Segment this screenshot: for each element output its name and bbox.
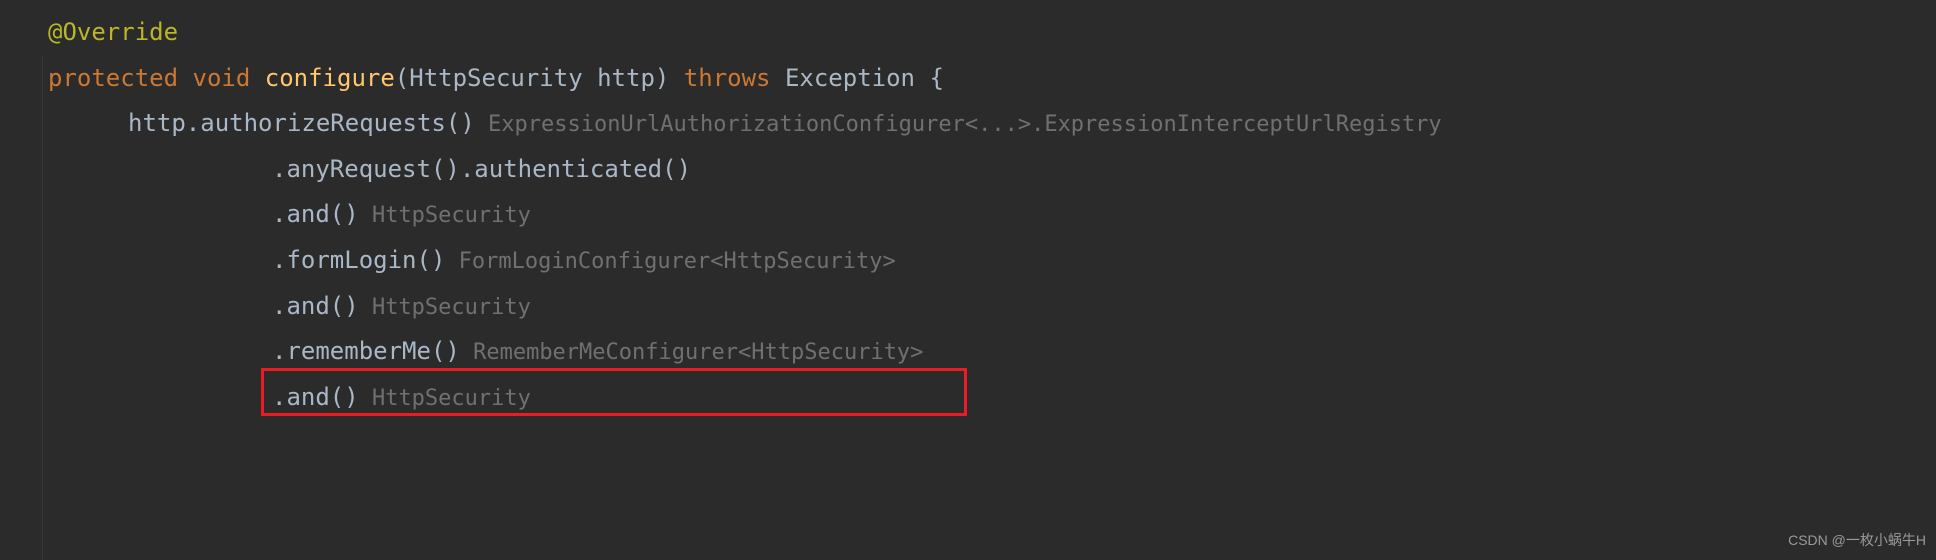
inline-hint: HttpSecurity bbox=[359, 203, 531, 228]
type-token: Exception bbox=[785, 64, 915, 92]
keyword-token: throws bbox=[684, 64, 771, 92]
indent-guide bbox=[42, 56, 43, 560]
inline-hint: ExpressionUrlAuthorizationConfigurer<...… bbox=[475, 112, 1442, 137]
code-line[interactable]: .and() HttpSecurity bbox=[0, 192, 1936, 238]
keyword-token: void bbox=[193, 64, 251, 92]
punct-token: ( bbox=[395, 64, 409, 92]
code-line[interactable]: protected void configure(HttpSecurity ht… bbox=[0, 56, 1936, 102]
code-line[interactable]: .rememberMe() RememberMeConfigurer<HttpS… bbox=[0, 329, 1936, 375]
code-line[interactable]: .anyRequest().authenticated() bbox=[0, 147, 1936, 193]
brace-token: { bbox=[915, 64, 944, 92]
code-line[interactable]: .formLogin() FormLoginConfigurer<HttpSec… bbox=[0, 238, 1936, 284]
call-token: .and() bbox=[272, 292, 359, 320]
keyword-token: protected bbox=[48, 64, 178, 92]
call-token: .and() bbox=[272, 383, 359, 411]
inline-hint: HttpSecurity bbox=[359, 295, 531, 320]
call-token: .formLogin() bbox=[272, 246, 445, 274]
code-editor[interactable]: @Override protected void configure(HttpS… bbox=[0, 0, 1936, 420]
param-token: http bbox=[597, 64, 655, 92]
call-token: .anyRequest().authenticated() bbox=[272, 155, 691, 183]
code-line[interactable]: @Override bbox=[0, 10, 1936, 56]
code-line[interactable]: .and() HttpSecurity bbox=[0, 284, 1936, 330]
code-line[interactable]: http.authorizeRequests() ExpressionUrlAu… bbox=[0, 101, 1936, 147]
code-line[interactable]: .and() HttpSecurity bbox=[0, 375, 1936, 421]
space-token bbox=[771, 64, 785, 92]
annotation-token: @Override bbox=[48, 18, 178, 46]
inline-hint: HttpSecurity bbox=[359, 386, 531, 411]
inline-hint: RememberMeConfigurer<HttpSecurity> bbox=[460, 340, 924, 365]
call-token: http.authorizeRequests() bbox=[128, 109, 475, 137]
method-name-token: configure bbox=[265, 64, 395, 92]
call-token: .rememberMe() bbox=[272, 337, 460, 365]
inline-hint: FormLoginConfigurer<HttpSecurity> bbox=[445, 249, 895, 274]
call-token: .and() bbox=[272, 200, 359, 228]
punct-token: ) bbox=[655, 64, 684, 92]
space-token bbox=[583, 64, 597, 92]
type-token: HttpSecurity bbox=[409, 64, 582, 92]
watermark-text: CSDN @一枚小蜗牛H bbox=[1788, 527, 1926, 554]
